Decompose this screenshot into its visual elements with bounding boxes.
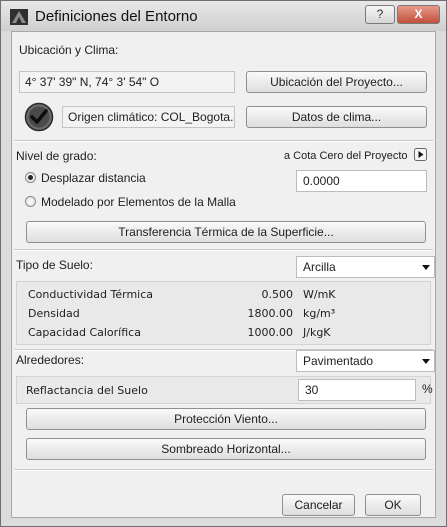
- separator: [14, 469, 433, 471]
- reflectance-panel: Reflactancia del Suelo 30 %: [16, 376, 433, 404]
- percent-unit: %: [422, 382, 433, 396]
- climate-origin-field: Origen climático: COL_Bogota.80: [62, 106, 235, 128]
- mesh-elements-label: Modelado por Elementos de la Malla: [41, 195, 236, 209]
- reference-popup-arrow-icon[interactable]: [414, 148, 427, 161]
- coordinates-field: 4° 37' 39" N, 74° 3' 54" O: [19, 71, 235, 93]
- archicad-app-icon: [10, 9, 28, 25]
- surroundings-value: Pavimentado: [303, 354, 374, 368]
- property-name: Densidad: [28, 307, 80, 320]
- property-name: Capacidad Calorífica: [28, 326, 141, 339]
- location-section-label: Ubicación y Clima:: [19, 43, 119, 57]
- separator: [14, 249, 433, 251]
- property-value: 0.500: [261, 288, 294, 301]
- surroundings-label: Alrededores:: [16, 353, 85, 367]
- dialog-content: Ubicación y Clima: 4° 37' 39" N, 74° 3' …: [11, 31, 436, 518]
- property-name: Conductividad Térmica: [28, 288, 154, 301]
- soil-type-label: Tipo de Suelo:: [16, 258, 93, 272]
- checkmark-icon: [24, 102, 54, 132]
- wind-protection-button[interactable]: Protección Viento...: [26, 408, 426, 430]
- title-bar[interactable]: Definiciones del Entorno ? X: [1, 1, 446, 31]
- surface-heat-transfer-button[interactable]: Transferencia Térmica de la Superficie..…: [26, 221, 426, 243]
- horizontal-shading-button[interactable]: Sombreado Horizontal...: [26, 438, 426, 460]
- soil-type-value: Arcilla: [303, 260, 336, 274]
- environment-settings-dialog: Definiciones del Entorno ? X Ubicación y…: [0, 0, 447, 527]
- cancel-button[interactable]: Cancelar: [282, 494, 355, 516]
- separator: [14, 140, 433, 142]
- chevron-down-icon: [422, 265, 430, 270]
- project-location-button[interactable]: Ubicación del Proyecto...: [246, 71, 427, 93]
- ground-reflectance-input[interactable]: 30: [298, 379, 416, 401]
- ok-button[interactable]: OK: [365, 494, 421, 516]
- property-unit: W/mK: [303, 288, 336, 301]
- surroundings-select[interactable]: Pavimentado: [296, 350, 435, 372]
- close-button[interactable]: X: [397, 5, 440, 24]
- grade-reference-label: a Cota Cero del Proyecto: [284, 150, 408, 162]
- grade-section-label: Nivel de grado:: [16, 149, 97, 163]
- soil-type-select[interactable]: Arcilla: [296, 256, 435, 278]
- offset-distance-label: Desplazar distancia: [41, 171, 146, 185]
- dialog-title: Definiciones del Entorno: [35, 8, 198, 25]
- help-button[interactable]: ?: [365, 5, 395, 24]
- ground-reflectance-label: Reflactancia del Suelo: [26, 384, 148, 397]
- property-value: 1000.00: [247, 326, 294, 339]
- offset-distance-input[interactable]: 0.0000: [296, 170, 427, 192]
- property-unit: J/kgK: [303, 326, 331, 339]
- climate-data-button[interactable]: Datos de clima...: [246, 106, 427, 128]
- offset-distance-radio[interactable]: [25, 172, 36, 183]
- property-unit: kg/m³: [303, 307, 336, 320]
- soil-properties-panel: Conductividad Térmica 0.500 W/mK Densida…: [16, 281, 431, 345]
- chevron-down-icon: [422, 359, 430, 364]
- mesh-elements-radio[interactable]: [25, 196, 36, 207]
- property-value: 1800.00: [247, 307, 294, 320]
